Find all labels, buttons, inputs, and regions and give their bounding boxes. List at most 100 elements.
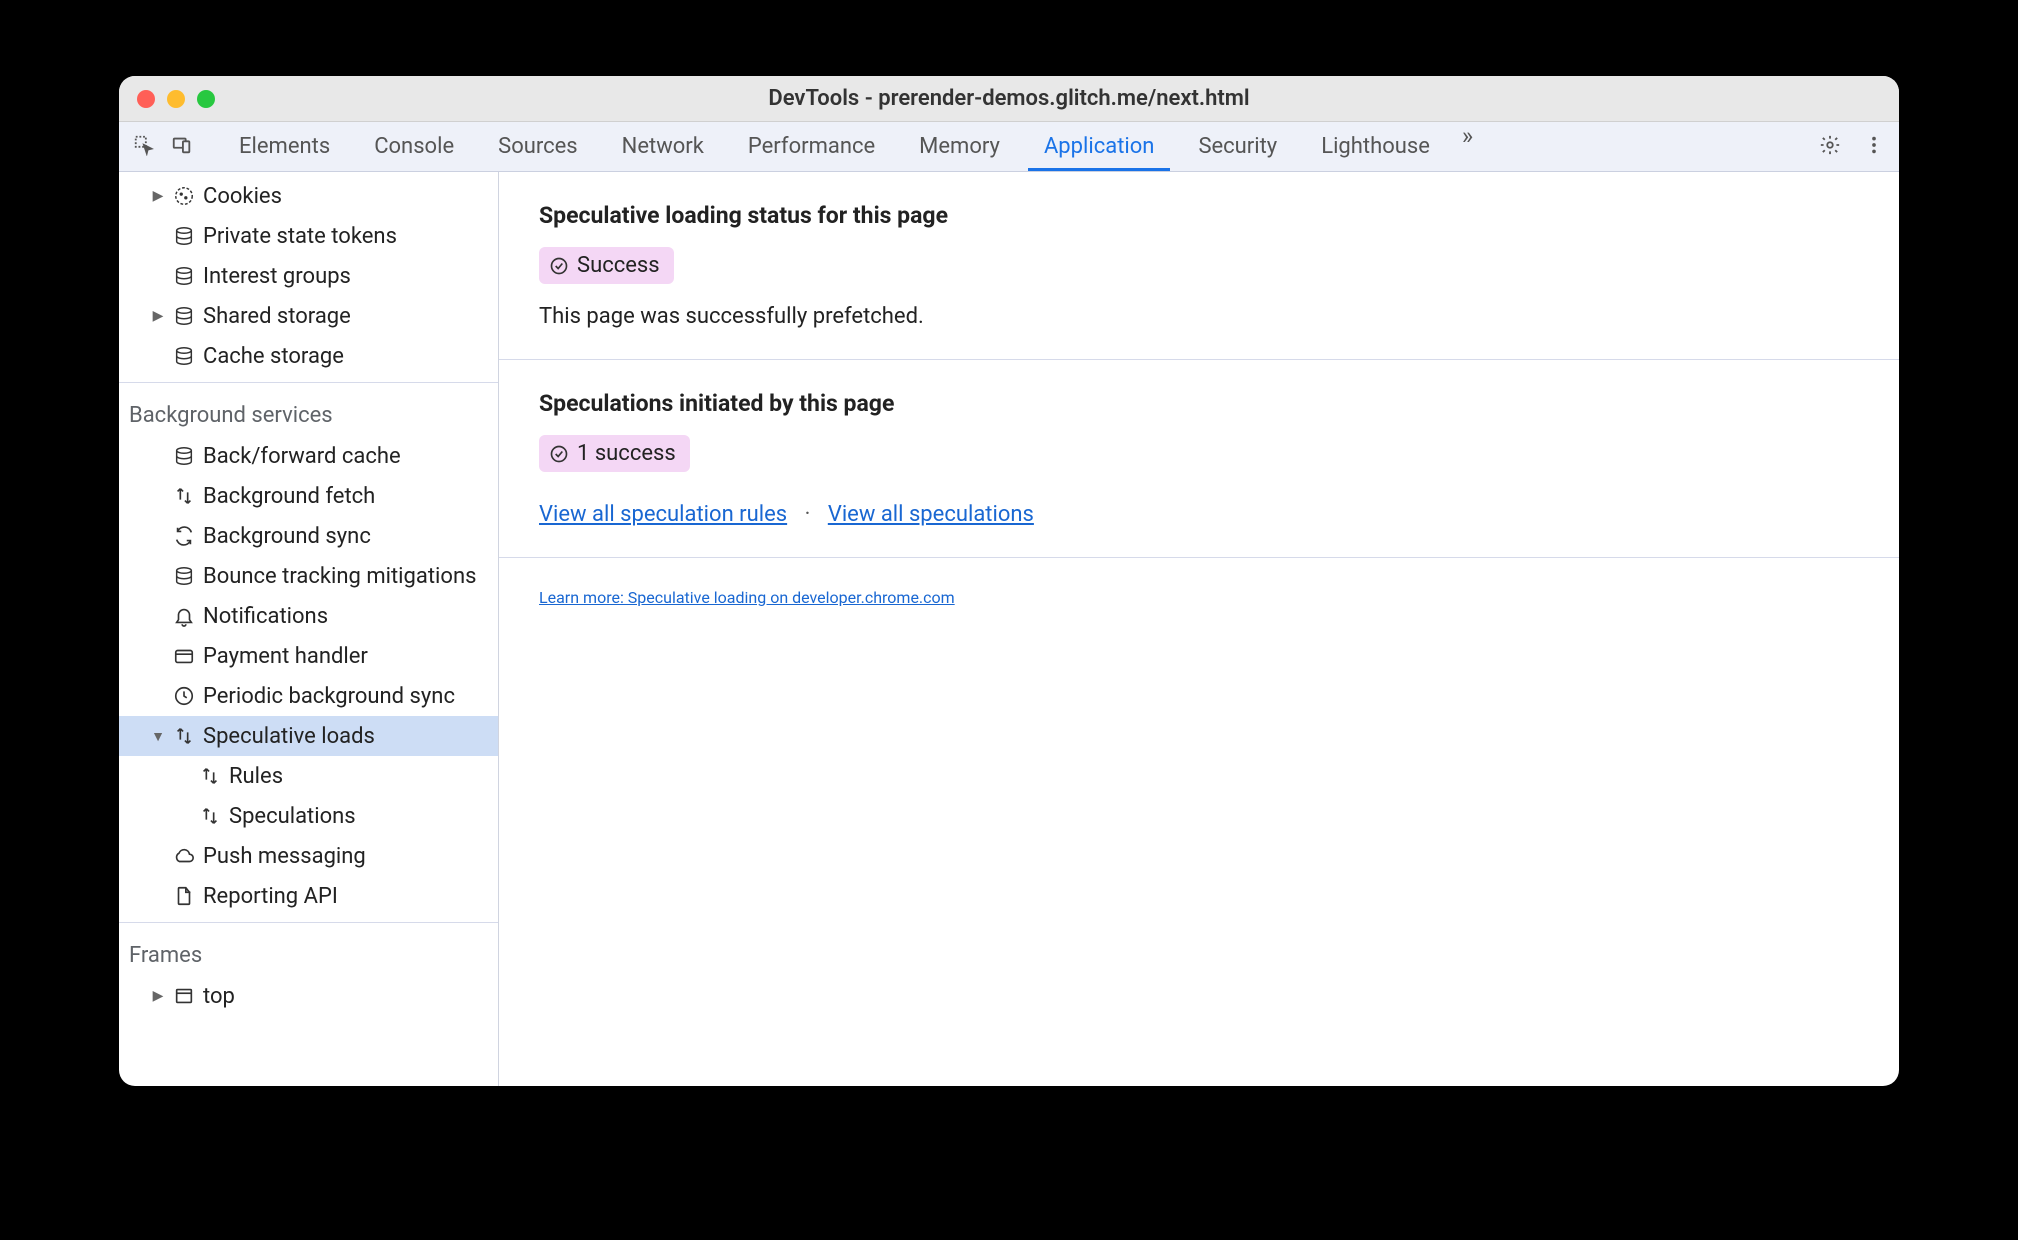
sidebar-item-label: Notifications bbox=[203, 604, 328, 629]
sidebar-item-label: top bbox=[203, 984, 235, 1009]
chevron-right-icon[interactable] bbox=[151, 308, 165, 324]
titlebar: DevTools - prerender-demos.glitch.me/nex… bbox=[119, 76, 1899, 122]
sidebar-item-label: Background sync bbox=[203, 524, 371, 549]
credit-card-icon bbox=[173, 645, 195, 667]
database-icon bbox=[173, 345, 195, 367]
kebab-menu-icon[interactable] bbox=[1863, 134, 1885, 160]
sidebar-item-push-messaging[interactable]: Push messaging bbox=[119, 836, 498, 876]
link-view-all-speculations[interactable]: View all speculations bbox=[828, 502, 1034, 527]
sidebar-item-payment-handler[interactable]: Payment handler bbox=[119, 636, 498, 676]
sidebar-item-label: Private state tokens bbox=[203, 224, 397, 249]
panel-initiated: Speculations initiated by this page 1 su… bbox=[499, 360, 1899, 558]
panel-learn-more: Learn more: Speculative loading on devel… bbox=[499, 558, 1899, 637]
sidebar-item-label: Cookies bbox=[203, 184, 282, 209]
database-icon bbox=[173, 265, 195, 287]
sidebar-item-cookies[interactable]: Cookies bbox=[119, 176, 498, 216]
initiated-heading: Speculations initiated by this page bbox=[539, 390, 1859, 417]
document-icon bbox=[173, 885, 195, 907]
tab-memory[interactable]: Memory bbox=[897, 122, 1022, 171]
sidebar-item-reporting-api[interactable]: Reporting API bbox=[119, 876, 498, 916]
sidebar-item-label: Bounce tracking mitigations bbox=[203, 564, 476, 589]
more-tabs-icon[interactable]: » bbox=[1452, 122, 1483, 171]
gear-icon[interactable] bbox=[1819, 134, 1841, 160]
sidebar-item-label: Back/forward cache bbox=[203, 444, 401, 469]
sidebar-item-label: Periodic background sync bbox=[203, 684, 455, 709]
sidebar-item-background-fetch[interactable]: Background fetch bbox=[119, 476, 498, 516]
sidebar-item-label: Push messaging bbox=[203, 844, 366, 869]
sidebar-item-notifications[interactable]: Notifications bbox=[119, 596, 498, 636]
chevron-down-icon[interactable] bbox=[151, 728, 165, 745]
transfer-icon bbox=[199, 765, 221, 787]
status-heading: Speculative loading status for this page bbox=[539, 202, 1859, 229]
sidebar: Cookies Private state tokens Interest gr… bbox=[119, 172, 499, 1086]
tab-application[interactable]: Application bbox=[1022, 122, 1176, 171]
chevron-right-icon[interactable] bbox=[151, 188, 165, 204]
minimize-window-button[interactable] bbox=[167, 90, 185, 108]
tab-console[interactable]: Console bbox=[352, 122, 476, 171]
database-icon bbox=[173, 225, 195, 247]
device-toggle-icon[interactable] bbox=[171, 134, 193, 160]
sidebar-item-speculative-loads[interactable]: Speculative loads bbox=[119, 716, 498, 756]
check-circle-icon bbox=[549, 444, 569, 464]
sidebar-item-label: Payment handler bbox=[203, 644, 368, 669]
sidebar-item-label: Reporting API bbox=[203, 884, 338, 909]
sidebar-item-interest-groups[interactable]: Interest groups bbox=[119, 256, 498, 296]
link-view-all-rules[interactable]: View all speculation rules bbox=[539, 502, 787, 527]
bell-icon bbox=[173, 605, 195, 627]
toolbar: Elements Console Sources Network Perform… bbox=[119, 122, 1899, 172]
sidebar-item-label: Background fetch bbox=[203, 484, 375, 509]
sidebar-item-rules[interactable]: Rules bbox=[119, 756, 498, 796]
tab-performance[interactable]: Performance bbox=[726, 122, 897, 171]
sidebar-item-label: Speculative loads bbox=[203, 724, 375, 749]
sidebar-item-label: Rules bbox=[229, 764, 283, 789]
clock-icon bbox=[173, 685, 195, 707]
tab-elements[interactable]: Elements bbox=[217, 122, 352, 171]
sidebar-item-label: Speculations bbox=[229, 804, 356, 829]
cloud-icon bbox=[173, 845, 195, 867]
sidebar-item-label: Cache storage bbox=[203, 344, 344, 369]
initiated-badge-label: 1 success bbox=[577, 441, 676, 466]
status-badge-label: Success bbox=[577, 253, 660, 278]
separator: · bbox=[805, 502, 811, 527]
sidebar-section-background-services: Background services bbox=[119, 389, 498, 436]
devtools-window: DevTools - prerender-demos.glitch.me/nex… bbox=[119, 76, 1899, 1086]
frame-icon bbox=[173, 985, 195, 1007]
sidebar-item-back-forward-cache[interactable]: Back/forward cache bbox=[119, 436, 498, 476]
sidebar-item-label: Interest groups bbox=[203, 264, 351, 289]
initiated-badge: 1 success bbox=[539, 435, 690, 472]
database-icon bbox=[173, 305, 195, 327]
chevron-right-icon[interactable] bbox=[151, 988, 165, 1004]
sidebar-item-shared-storage[interactable]: Shared storage bbox=[119, 296, 498, 336]
transfer-icon bbox=[173, 725, 195, 747]
sidebar-item-label: Shared storage bbox=[203, 304, 351, 329]
sidebar-item-frame-top[interactable]: top bbox=[119, 976, 498, 1016]
transfer-icon bbox=[173, 485, 195, 507]
check-circle-icon bbox=[549, 256, 569, 276]
sidebar-item-speculations[interactable]: Speculations bbox=[119, 796, 498, 836]
inspect-element-icon[interactable] bbox=[133, 134, 155, 160]
sidebar-item-periodic-bg-sync[interactable]: Periodic background sync bbox=[119, 676, 498, 716]
fullscreen-window-button[interactable] bbox=[197, 90, 215, 108]
window-title: DevTools - prerender-demos.glitch.me/nex… bbox=[768, 86, 1249, 111]
database-icon bbox=[173, 565, 195, 587]
sidebar-item-background-sync[interactable]: Background sync bbox=[119, 516, 498, 556]
tab-sources[interactable]: Sources bbox=[476, 122, 600, 171]
transfer-icon bbox=[199, 805, 221, 827]
close-window-button[interactable] bbox=[137, 90, 155, 108]
traffic-lights bbox=[137, 90, 215, 108]
database-icon bbox=[173, 445, 195, 467]
tab-network[interactable]: Network bbox=[600, 122, 726, 171]
panel-status: Speculative loading status for this page… bbox=[499, 172, 1899, 360]
sidebar-section-frames: Frames bbox=[119, 929, 498, 976]
cookie-icon bbox=[173, 185, 195, 207]
sidebar-item-private-state-tokens[interactable]: Private state tokens bbox=[119, 216, 498, 256]
status-badge: Success bbox=[539, 247, 674, 284]
tab-security[interactable]: Security bbox=[1176, 122, 1299, 171]
tab-lighthouse[interactable]: Lighthouse bbox=[1299, 122, 1452, 171]
link-learn-more[interactable]: Learn more: Speculative loading on devel… bbox=[539, 588, 955, 607]
content-area: Cookies Private state tokens Interest gr… bbox=[119, 172, 1899, 1086]
sidebar-item-cache-storage[interactable]: Cache storage bbox=[119, 336, 498, 376]
sidebar-item-bounce-tracking[interactable]: Bounce tracking mitigations bbox=[119, 556, 498, 596]
main-panel: Speculative loading status for this page… bbox=[499, 172, 1899, 1086]
sync-icon bbox=[173, 525, 195, 547]
